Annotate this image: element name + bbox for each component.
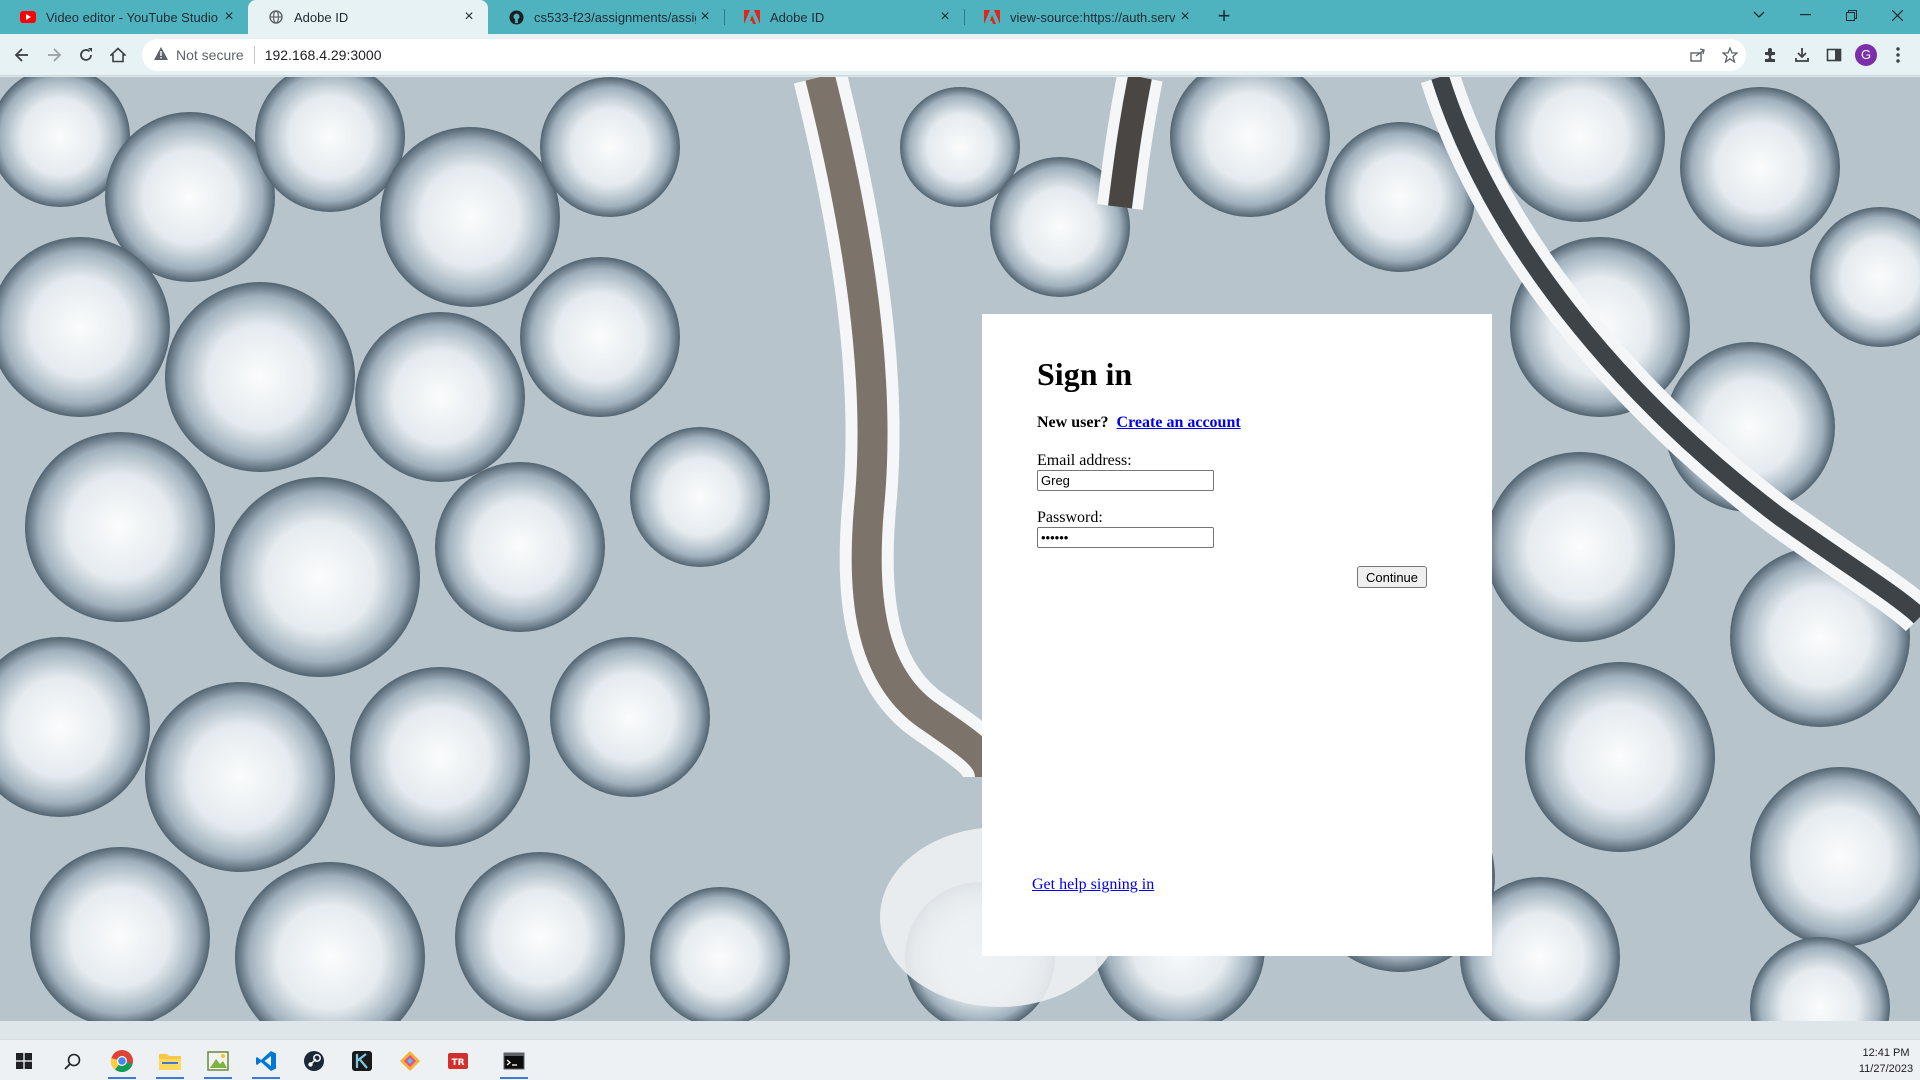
close-tab-icon[interactable]: ×: [936, 8, 954, 26]
address-bar[interactable]: Not secure 192.168.4.29:3000: [142, 39, 1746, 71]
adobe-icon: [744, 9, 760, 25]
continue-button[interactable]: Continue: [1357, 566, 1427, 588]
bookmark-star-icon[interactable]: [1714, 47, 1746, 63]
security-label[interactable]: Not secure: [176, 47, 244, 63]
vscode-icon[interactable]: [246, 1043, 286, 1079]
profile-initial: G: [1855, 44, 1877, 66]
email-label: Email address:: [1037, 452, 1132, 469]
menu-kebab-icon[interactable]: [1882, 39, 1914, 71]
tab-title: Video editor - YouTube Studio: [46, 9, 219, 25]
tab-adobe-id-active[interactable]: Adobe ID ×: [248, 0, 488, 34]
tab-title: cs533-f23/assignments/assignm: [534, 9, 696, 25]
tab-github-assignments[interactable]: cs533-f23/assignments/assignm ×: [488, 0, 724, 34]
photo-app-icon[interactable]: [198, 1043, 238, 1079]
game-launcher-icon[interactable]: [390, 1043, 430, 1079]
page-title: Sign in: [1037, 356, 1133, 392]
tab-title: Adobe ID: [770, 9, 825, 25]
clock-time: 12:41 PM: [1862, 1047, 1910, 1059]
close-tab-icon[interactable]: ×: [1176, 8, 1194, 26]
tab-strip: Video editor - YouTube Studio × Adobe ID…: [0, 0, 1920, 34]
side-panel-icon[interactable]: [1818, 39, 1850, 71]
close-window-button[interactable]: [1874, 0, 1920, 30]
new-tab-button[interactable]: +: [1212, 5, 1236, 29]
back-button[interactable]: [6, 39, 38, 71]
tab-adobe-id[interactable]: Adobe ID ×: [724, 0, 964, 34]
steam-icon[interactable]: [294, 1043, 334, 1079]
search-icon[interactable]: [52, 1043, 92, 1079]
new-user-label: New user?: [1037, 414, 1109, 431]
warning-icon[interactable]: [154, 47, 168, 63]
tr-app-icon[interactable]: TR: [438, 1043, 478, 1079]
reload-button[interactable]: [70, 39, 102, 71]
tab-view-source[interactable]: view-source:https://auth.service ×: [964, 0, 1204, 34]
password-field[interactable]: [1037, 527, 1214, 548]
create-account-link[interactable]: Create an account: [1117, 414, 1241, 431]
file-explorer-icon[interactable]: [150, 1043, 190, 1079]
close-tab-icon[interactable]: ×: [220, 8, 238, 26]
url-text[interactable]: 192.168.4.29:3000: [265, 47, 382, 63]
youtube-icon: [20, 9, 36, 25]
page-viewport: Sign in New user? Create an account Emai…: [0, 77, 1920, 1021]
divider: [253, 46, 255, 64]
svg-text:TR: TR: [451, 1058, 464, 1068]
tab-search-icon[interactable]: [1736, 0, 1782, 30]
windows-start-icon[interactable]: [4, 1043, 44, 1079]
browser-toolbar: Not secure 192.168.4.29:3000 G: [0, 34, 1920, 76]
share-icon[interactable]: [1682, 48, 1714, 62]
new-user-row: New user? Create an account: [1037, 414, 1241, 432]
home-button[interactable]: [102, 39, 134, 71]
help-signing-in-link[interactable]: Get help signing in: [1032, 876, 1154, 894]
extensions-icon[interactable]: [1754, 39, 1786, 71]
system-clock[interactable]: 12:41 PM 11/27/2023: [1856, 1045, 1916, 1077]
snowy-forest-background-image: [0, 77, 1920, 1021]
restore-button[interactable]: [1828, 0, 1874, 30]
forward-button[interactable]: [38, 39, 70, 71]
minimize-button[interactable]: [1782, 0, 1828, 30]
close-tab-icon[interactable]: ×: [696, 8, 714, 26]
password-label: Password:: [1037, 509, 1103, 526]
tab-title: view-source:https://auth.service: [1010, 9, 1176, 25]
adobe-icon: [984, 9, 1000, 25]
globe-icon: [268, 9, 284, 25]
github-icon: [508, 9, 524, 25]
clock-date: 11/27/2023: [1858, 1063, 1914, 1075]
profile-avatar[interactable]: G: [1850, 39, 1882, 71]
close-tab-icon[interactable]: ×: [460, 8, 478, 26]
tab-title: Adobe ID: [294, 9, 349, 25]
download-icon[interactable]: [1786, 39, 1818, 71]
windows-taskbar: TR 12:41 PM 11/27/2023: [0, 1039, 1920, 1080]
chrome-icon[interactable]: [102, 1043, 142, 1079]
terminal-icon[interactable]: [494, 1043, 534, 1079]
k-app-icon[interactable]: [342, 1043, 382, 1079]
email-field[interactable]: [1037, 470, 1214, 491]
tab-youtube-studio[interactable]: Video editor - YouTube Studio ×: [0, 0, 248, 34]
sign-in-card: Sign in New user? Create an account Emai…: [982, 314, 1492, 956]
